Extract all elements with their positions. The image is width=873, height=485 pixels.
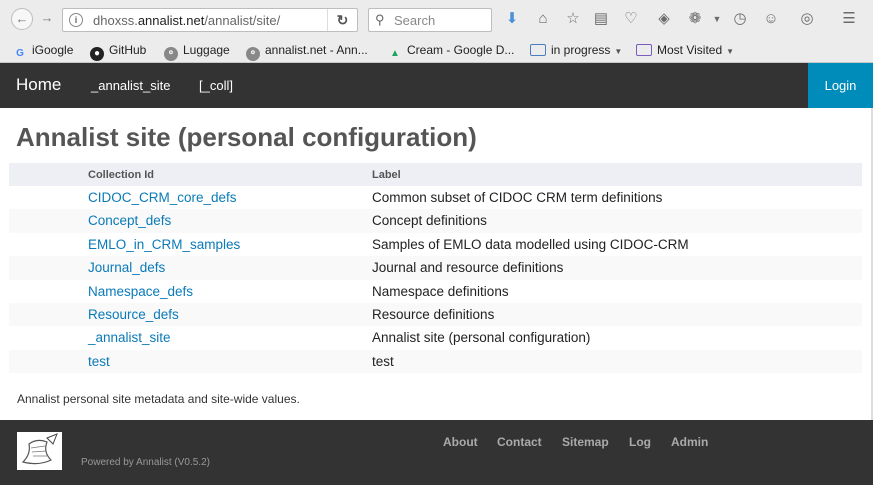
browser-chrome: ← → i dhoxss.annalist.net/annalist/site/… [0,0,873,63]
bookmark-luggage[interactable]: ⚬ Luggage [164,41,230,61]
bookmark-folder-in-progress[interactable]: in progress ▼ [530,41,622,59]
folder-icon [530,44,546,56]
nav-annalist-site[interactable]: _annalist_site [91,78,171,93]
bookmarks-toolbar: GiGoogle ● GitHub ⚬ Luggage ⚬ annalist.net … [0,38,873,62]
extension-icon[interactable]: ◈ [655,10,673,28]
table-row[interactable]: Namespace_defs Namespace definitions [9,280,862,303]
bookmark-igoogle[interactable]: GiGoogle [13,41,73,59]
table-row[interactable]: EMLO_in_CRM_samples Samples of EMLO data… [9,233,862,256]
bookmark-cream[interactable]: ▲ Cream - Google D... [388,41,514,59]
reading-list-icon[interactable]: ▤ [592,10,610,28]
google-icon: G [16,48,24,59]
chevron-down-icon: ▼ [726,47,735,56]
folder-icon [636,44,652,56]
globe-icon: ⚬ [164,47,178,61]
annalist-logo [17,432,62,470]
collection-link[interactable]: EMLO_in_CRM_samples [88,237,240,252]
collection-label: test [372,353,394,369]
back-button[interactable]: ← [11,8,33,30]
footer: Powered by Annalist (V0.5.2) About Conta… [0,420,873,485]
search-placeholder: Search [394,13,436,28]
nav-coll[interactable]: [_coll] [199,78,233,93]
table-row[interactable]: _annalist_site Annalist site (personal c… [9,326,862,349]
bookmark-star-icon[interactable]: ☆ [564,10,582,28]
powered-by-text: Powered by Annalist (V0.5.2) [81,457,210,468]
collection-label: Common subset of CIDOC CRM term definiti… [372,190,663,205]
collection-link[interactable]: CIDOC_CRM_core_defs [88,190,237,205]
globe-icon: ⚬ [246,47,260,61]
collection-label: Annalist site (personal configuration) [372,330,591,346]
table-row[interactable]: Journal_defs Journal and resource defini… [9,256,862,280]
collection-link[interactable]: test [88,354,110,369]
collection-link[interactable]: Resource_defs [88,307,179,322]
collection-label: Samples of EMLO data modelled using CIDO… [372,236,689,252]
overflow-chevron-icon[interactable]: ▼ [708,10,726,28]
column-header-id: Collection Id [88,169,154,181]
table-row[interactable]: Concept_defs Concept definitions [9,209,862,233]
collection-label: Journal and resource definitions [372,260,564,276]
url-text: dhoxss.annalist.net/annalist/site/ [93,13,281,28]
forward-button[interactable]: → [36,8,58,30]
collections-table: Collection Id Label CIDOC_CRM_core_defs … [9,163,862,374]
table-header: Collection Id Label [9,163,862,186]
addon-icon[interactable]: ❁ [686,10,704,28]
pocket-icon[interactable]: ♡ [622,10,640,28]
collection-label: Resource definitions [372,306,495,322]
collection-link[interactable]: Namespace_defs [88,284,193,299]
history-icon[interactable]: ◷ [731,10,749,28]
browser-toolbar: ← → i dhoxss.annalist.net/annalist/site/… [0,0,873,38]
collection-link[interactable]: Journal_defs [88,260,165,275]
collection-link[interactable]: Concept_defs [88,213,171,228]
bookmark-github[interactable]: ● GitHub [90,41,146,61]
collection-link[interactable]: _annalist_site [88,330,171,345]
login-button[interactable]: Login [808,63,873,108]
smiley-icon[interactable]: ☺ [762,10,780,28]
collection-label: Concept definitions [372,213,487,229]
footer-link-about[interactable]: About [443,435,478,449]
sync-icon[interactable]: ◎ [798,10,816,28]
footer-link-contact[interactable]: Contact [497,435,542,449]
column-header-label: Label [372,169,401,181]
page-title: Annalist site (personal configuration) [16,122,477,152]
address-bar[interactable]: i dhoxss.annalist.net/annalist/site/ ↻ [62,8,358,32]
table-row[interactable]: CIDOC_CRM_core_defs Common subset of CID… [9,186,862,209]
search-icon: ⚲ [375,12,385,27]
github-icon: ● [90,47,104,61]
bookmark-annalist[interactable]: ⚬ annalist.net - Ann... [246,41,368,61]
top-navbar: Home _annalist_site [_coll] Login [0,63,873,108]
table-row[interactable]: test test [9,349,862,374]
footer-link-log[interactable]: Log [629,435,651,449]
download-icon[interactable]: ⬇ [503,10,521,28]
footer-link-admin[interactable]: Admin [671,435,708,449]
bookmark-folder-most-visited[interactable]: Most Visited ▼ [636,41,734,59]
table-row[interactable]: Resource_defs Resource definitions [9,302,862,327]
home-icon[interactable]: ⌂ [534,10,552,28]
footer-link-sitemap[interactable]: Sitemap [562,435,609,449]
info-icon[interactable]: i [69,13,83,27]
google-drive-icon: ▲ [390,48,400,59]
search-bar[interactable]: ⚲ Search [368,8,492,32]
reload-icon[interactable]: ↻ [327,9,357,31]
site-description: Annalist personal site metadata and site… [17,392,300,406]
home-link[interactable]: Home [16,75,61,95]
collection-label: Namespace definitions [372,283,509,299]
menu-icon[interactable]: ☰ [840,10,858,28]
chevron-down-icon: ▼ [614,47,623,56]
